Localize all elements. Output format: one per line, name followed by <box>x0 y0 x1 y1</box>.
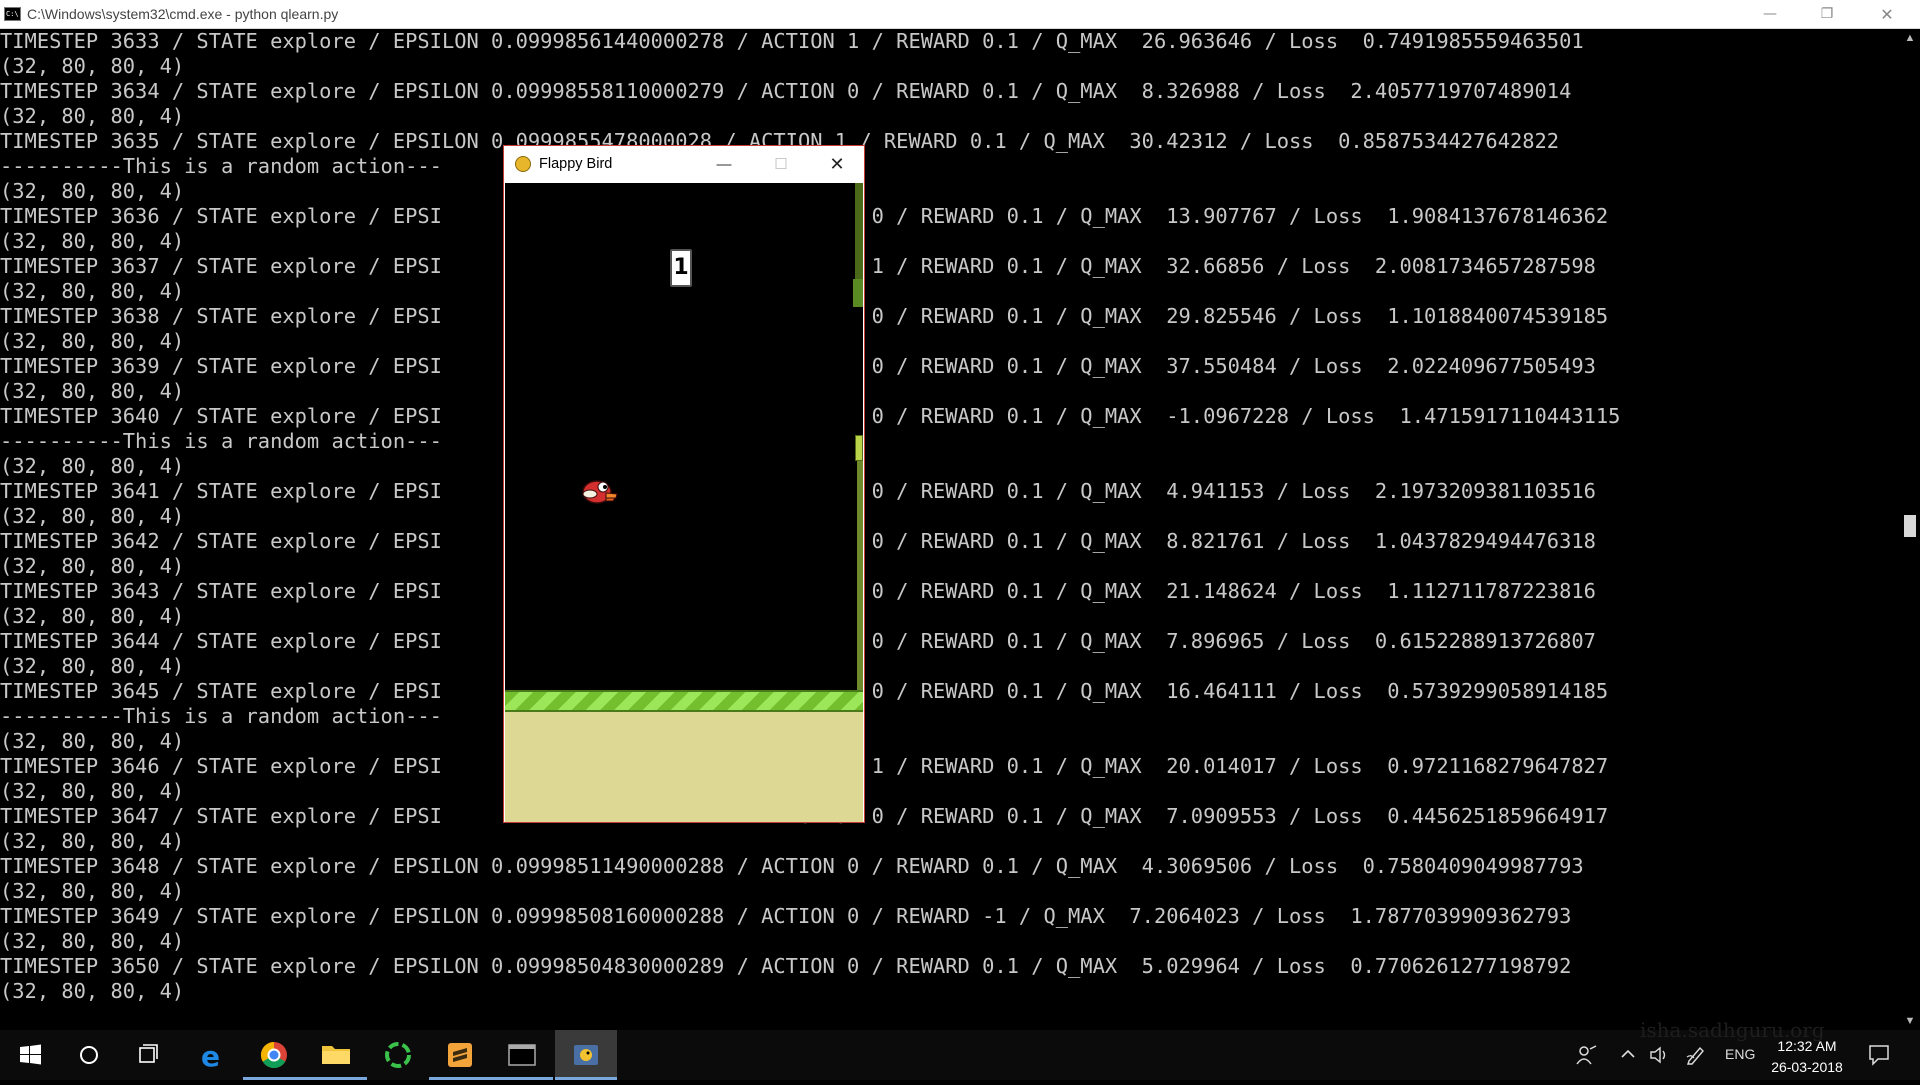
chevron-up-icon[interactable] <box>1619 1046 1637 1065</box>
console-line: TIMESTEP 3634 / STATE explore / EPSILON … <box>0 79 1572 103</box>
ground-grass-stripe <box>505 690 863 712</box>
console-line: (32, 80, 80, 4) <box>0 379 185 403</box>
console-line: TIMESTEP 3650 / STATE explore / EPSILON … <box>0 954 1572 978</box>
flappy-bird-maximize-button[interactable]: ☐ <box>761 146 801 183</box>
watermark-text: isha.sadhguru.org <box>1640 1018 1825 1042</box>
console-line: TIMESTEP 3648 / STATE explore / EPSILON … <box>0 854 1584 878</box>
console-line: (32, 80, 80, 4) <box>0 604 185 628</box>
console-line: (32, 80, 80, 4) <box>0 979 185 1003</box>
sublime-text-icon[interactable] <box>429 1030 491 1080</box>
scroll-up-arrow-icon[interactable]: ▲ <box>1900 29 1920 47</box>
score-value: 1 <box>673 255 689 280</box>
windows-taskbar: e ENG 12:32 AM 26-03-2018 <box>0 1030 1920 1080</box>
upper-pipe-cap <box>853 279 863 307</box>
cmd-window-title: C:\Windows\system32\cmd.exe - python qle… <box>27 6 339 22</box>
score-display: 1 <box>670 249 692 287</box>
console-line: ----------This is a random action--- <box>0 704 442 728</box>
task-view-icon[interactable] <box>119 1030 181 1080</box>
chrome-icon[interactable] <box>243 1030 305 1080</box>
edge-browser-icon[interactable]: e <box>181 1030 243 1080</box>
cmd-close-button[interactable]: ✕ <box>1864 0 1910 29</box>
console-line: (32, 80, 80, 4) <box>0 229 185 253</box>
console-line: (32, 80, 80, 4) <box>0 179 185 203</box>
flappy-bird-close-button[interactable]: ✕ <box>817 146 857 183</box>
console-line: ----------This is a random action--- <box>0 429 442 453</box>
ground <box>505 712 863 822</box>
people-icon[interactable] <box>1574 1044 1598 1069</box>
file-explorer-icon[interactable] <box>305 1030 367 1080</box>
scroll-down-arrow-icon[interactable]: ▼ <box>1900 1012 1920 1030</box>
console-line: ----------This is a random action--- <box>0 154 442 178</box>
console-line: (32, 80, 80, 4) <box>0 779 185 803</box>
console-line: (32, 80, 80, 4) <box>0 54 185 78</box>
console-line: TIMESTEP 3649 / STATE explore / EPSILON … <box>0 904 1572 928</box>
cmd-title-bar[interactable]: C:\ C:\Windows\system32\cmd.exe - python… <box>0 0 1920 29</box>
pen-ink-icon[interactable] <box>1685 1045 1707 1068</box>
console-line: (32, 80, 80, 4) <box>0 279 185 303</box>
flappy-bird-title-bar[interactable]: Flappy Bird — ☐ ✕ <box>504 146 864 183</box>
command-prompt-icon[interactable] <box>491 1030 553 1080</box>
flappy-bird-window-title: Flappy Bird <box>539 156 613 172</box>
console-line: (32, 80, 80, 4) <box>0 329 185 353</box>
cmd-minimize-button[interactable]: — <box>1747 0 1793 29</box>
console-line: (32, 80, 80, 4) <box>0 729 185 753</box>
cmd-restore-button[interactable]: ❐ <box>1804 0 1850 29</box>
game-canvas[interactable]: 1 <box>505 183 863 822</box>
console-line: TIMESTEP 3633 / STATE explore / EPSILON … <box>0 29 1584 53</box>
volume-icon[interactable] <box>1649 1045 1671 1068</box>
windows-start-icon[interactable] <box>0 1030 62 1080</box>
scrollbar-thumb[interactable] <box>1904 515 1916 537</box>
cortana-search-icon[interactable] <box>62 1030 124 1080</box>
console-line: (32, 80, 80, 4) <box>0 929 185 953</box>
console-line: (32, 80, 80, 4) <box>0 829 185 853</box>
python-pygame-icon[interactable] <box>555 1030 617 1080</box>
language-indicator[interactable]: ENG <box>1725 1046 1755 1062</box>
bird-sprite <box>582 480 618 504</box>
action-center-icon[interactable] <box>1867 1043 1891 1070</box>
cmd-icon: C:\ <box>4 7 21 21</box>
lower-pipe-cap <box>855 435 863 461</box>
green-ring-app-icon[interactable] <box>367 1030 429 1080</box>
flappy-bird-window[interactable]: Flappy Bird — ☐ ✕ 1 <box>503 145 865 823</box>
flappy-bird-icon <box>515 156 531 172</box>
console-line: (32, 80, 80, 4) <box>0 504 185 528</box>
svg-text:e: e <box>201 1040 220 1073</box>
cmd-scrollbar[interactable]: ▲ ▼ <box>1900 29 1920 1030</box>
clock-date[interactable]: 26-03-2018 <box>1764 1059 1850 1075</box>
console-line: (32, 80, 80, 4) <box>0 879 185 903</box>
console-line: (32, 80, 80, 4) <box>0 654 185 678</box>
cmd-console-output[interactable]: TIMESTEP 3633 / STATE explore / EPSILON … <box>0 29 1900 1030</box>
console-line: (32, 80, 80, 4) <box>0 454 185 478</box>
flappy-bird-minimize-button[interactable]: — <box>704 146 744 183</box>
console-line: (32, 80, 80, 4) <box>0 104 185 128</box>
console-line: (32, 80, 80, 4) <box>0 554 185 578</box>
